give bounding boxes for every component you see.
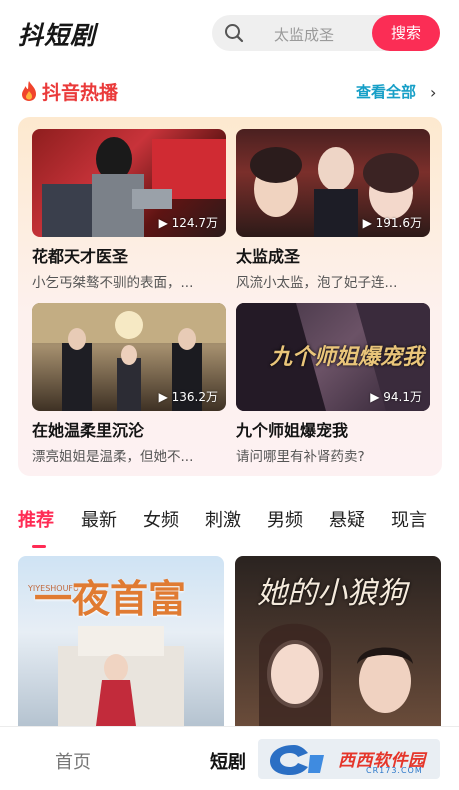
tab-indicator — [32, 545, 46, 548]
poster-title-art: 九个师姐爆宠我 — [270, 345, 425, 370]
drama-thumbnail[interactable]: ▶ 124.7万 — [32, 129, 226, 237]
hot-title-text: 抖音热播 — [42, 82, 119, 104]
tab-female[interactable]: 女频 — [143, 506, 179, 532]
tab-latest[interactable]: 最新 — [81, 506, 117, 532]
category-tabs: 推荐 最新 女频 刺激 男频 悬疑 现言 — [18, 506, 448, 546]
tab-recommend[interactable]: 推荐 — [18, 506, 54, 532]
drama-title: 在她温柔里沉沦 — [32, 421, 145, 440]
play-count: ▶ 94.1万 — [370, 390, 422, 404]
play-count-value: 124.7万 — [171, 216, 218, 230]
drama-desc: 风流小太监，泡了妃子连... — [236, 271, 430, 291]
drama-poster[interactable]: 她的小狼狗 — [235, 556, 441, 726]
play-count-value: 136.2万 — [171, 390, 218, 404]
drama-desc-text: 风流小太监，泡了妃子连 — [236, 275, 385, 291]
search-bar[interactable]: 太监成圣 搜索 — [212, 15, 440, 51]
drama-title: 花都天才医圣 — [32, 247, 129, 266]
drama-card[interactable]: ▶ 191.6万 太监成圣 风流小太监，泡了妃子连... — [236, 129, 430, 291]
drama-card[interactable]: ▶ 124.7万 花都天才医圣 小乞丐桀骜不驯的表面，... — [32, 129, 226, 291]
site-watermark: 西西软件园 CR173.COM — [258, 739, 440, 779]
play-count-value: 191.6万 — [375, 216, 422, 230]
drama-title: 九个师姐爆宠我 — [236, 421, 349, 440]
ellipsis: ... — [180, 449, 194, 465]
drama-desc: 请问哪里有补肾药卖? — [236, 449, 365, 465]
nav-home[interactable]: 首页 — [55, 748, 91, 774]
drama-poster[interactable]: YIYESHOUFU 一夜首富 — [18, 556, 224, 726]
drama-desc-text: 漂亮姐姐是温柔，但她不 — [32, 449, 181, 465]
search-button[interactable]: 搜索 — [372, 15, 440, 51]
drama-title: 太监成圣 — [236, 247, 301, 266]
tab-romance[interactable]: 现言 — [391, 506, 427, 532]
tab-male[interactable]: 男频 — [267, 506, 303, 532]
see-all-link[interactable]: 查看全部 › — [356, 81, 436, 102]
nav-short-drama[interactable]: 短剧 — [210, 748, 246, 774]
play-count-value: 94.1万 — [383, 390, 422, 404]
app-logo: 抖短剧 — [18, 21, 97, 50]
poster-title-art: 一夜首富 — [34, 577, 187, 621]
ellipsis: ... — [180, 275, 194, 291]
drama-desc: 漂亮姐姐是温柔，但她不... — [32, 445, 226, 465]
drama-card[interactable]: 九个师姐爆宠我 ▶ 94.1万 九个师姐爆宠我 请问哪里有补肾药卖? — [236, 303, 430, 465]
tab-suspense[interactable]: 悬疑 — [329, 506, 365, 532]
drama-thumbnail[interactable]: 九个师姐爆宠我 ▶ 94.1万 — [236, 303, 430, 411]
drama-desc-text: 小乞丐桀骜不驯的表面， — [32, 275, 181, 291]
fire-icon — [22, 81, 36, 101]
drama-thumbnail[interactable]: ▶ 191.6万 — [236, 129, 430, 237]
play-count: ▶ 136.2万 — [158, 390, 218, 404]
tab-thrill[interactable]: 刺激 — [205, 506, 241, 532]
search-icon — [225, 24, 244, 43]
play-count: ▶ 124.7万 — [158, 216, 218, 230]
drama-desc: 小乞丐桀骜不驯的表面，... — [32, 271, 226, 291]
drama-thumbnail[interactable]: ▶ 136.2万 — [32, 303, 226, 411]
poster-title-art: 她的小狼狗 — [257, 576, 407, 611]
search-input[interactable]: 太监成圣 — [274, 24, 334, 45]
watermark-logo-icon — [270, 745, 324, 775]
chevron-right-icon: › — [430, 83, 437, 102]
drama-card[interactable]: ▶ 136.2万 在她温柔里沉沦 漂亮姐姐是温柔，但她不... — [32, 303, 226, 465]
play-count: ▶ 191.6万 — [362, 216, 422, 230]
see-all-label: 查看全部 — [356, 83, 417, 101]
watermark-sub: CR173.COM — [366, 766, 423, 775]
header: 抖短剧 太监成圣 搜索 — [0, 0, 459, 64]
hot-panel: ▶ 124.7万 花都天才医圣 小乞丐桀骜不驯的表面，... ▶ 191.6万 … — [18, 117, 442, 476]
ellipsis: ... — [384, 275, 398, 291]
